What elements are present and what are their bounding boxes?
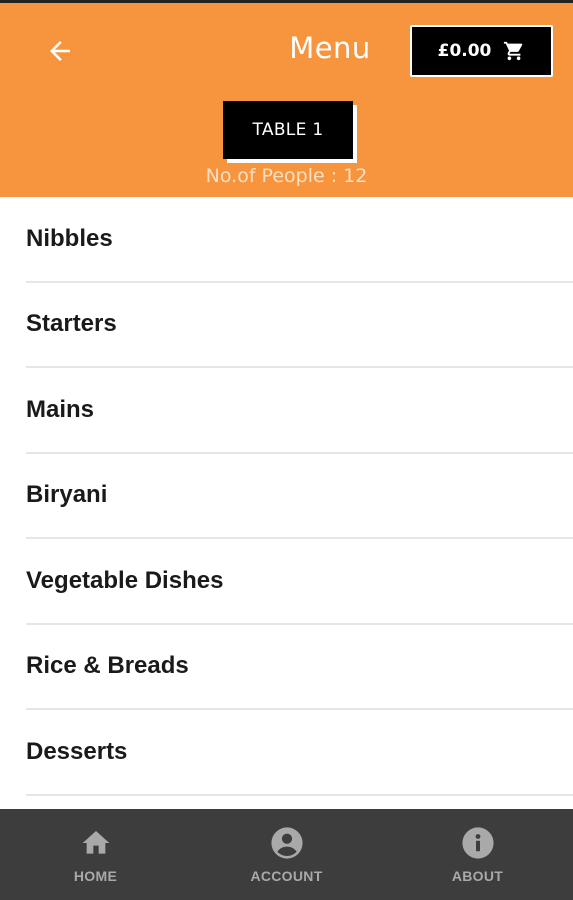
menu-category-label: Biryani: [26, 481, 108, 509]
table-badge: TABLE 1: [223, 101, 353, 159]
nav-home[interactable]: HOME: [0, 809, 191, 900]
back-button[interactable]: [40, 31, 80, 71]
app-header: Menu £0.00 TABLE 1 No.of People : 12: [0, 0, 573, 197]
menu-category-label: Starters: [26, 310, 117, 338]
menu-category-vegetable-dishes[interactable]: Vegetable Dishes: [26, 539, 573, 625]
menu-category-rice-breads[interactable]: Rice & Breads: [26, 625, 573, 710]
cart-icon: [504, 41, 523, 61]
menu-category-list: Nibbles Starters Mains Biryani Vegetable…: [0, 197, 573, 796]
nav-account-label: ACCOUNT: [250, 867, 323, 884]
nav-about-label: ABOUT: [451, 867, 504, 884]
menu-category-nibbles[interactable]: Nibbles: [26, 197, 573, 283]
menu-category-starters[interactable]: Starters: [26, 283, 573, 368]
people-count: No.of People : 12: [205, 165, 368, 187]
nav-account[interactable]: ACCOUNT: [191, 809, 382, 900]
nav-about[interactable]: ABOUT: [382, 809, 573, 900]
nav-home-label: HOME: [73, 867, 118, 884]
menu-category-label: Desserts: [26, 737, 128, 765]
menu-category-label: Mains: [26, 395, 95, 423]
home-icon: [79, 826, 113, 860]
cart-total: £0.00: [437, 41, 492, 61]
bottom-navigation: HOME ACCOUNT ABOUT: [0, 809, 573, 900]
menu-category-desserts[interactable]: Desserts: [26, 710, 573, 796]
arrow-left-icon: [50, 41, 70, 61]
menu-category-label: Nibbles: [26, 224, 113, 252]
menu-category-biryani[interactable]: Biryani: [26, 454, 573, 539]
menu-category-label: Vegetable Dishes: [26, 566, 224, 594]
info-icon: [461, 826, 495, 860]
cart-button[interactable]: £0.00: [410, 25, 553, 77]
account-icon: [270, 826, 304, 860]
page-title: Menu: [289, 31, 371, 65]
menu-category-label: Rice & Breads: [26, 652, 189, 680]
menu-category-mains[interactable]: Mains: [26, 368, 573, 454]
